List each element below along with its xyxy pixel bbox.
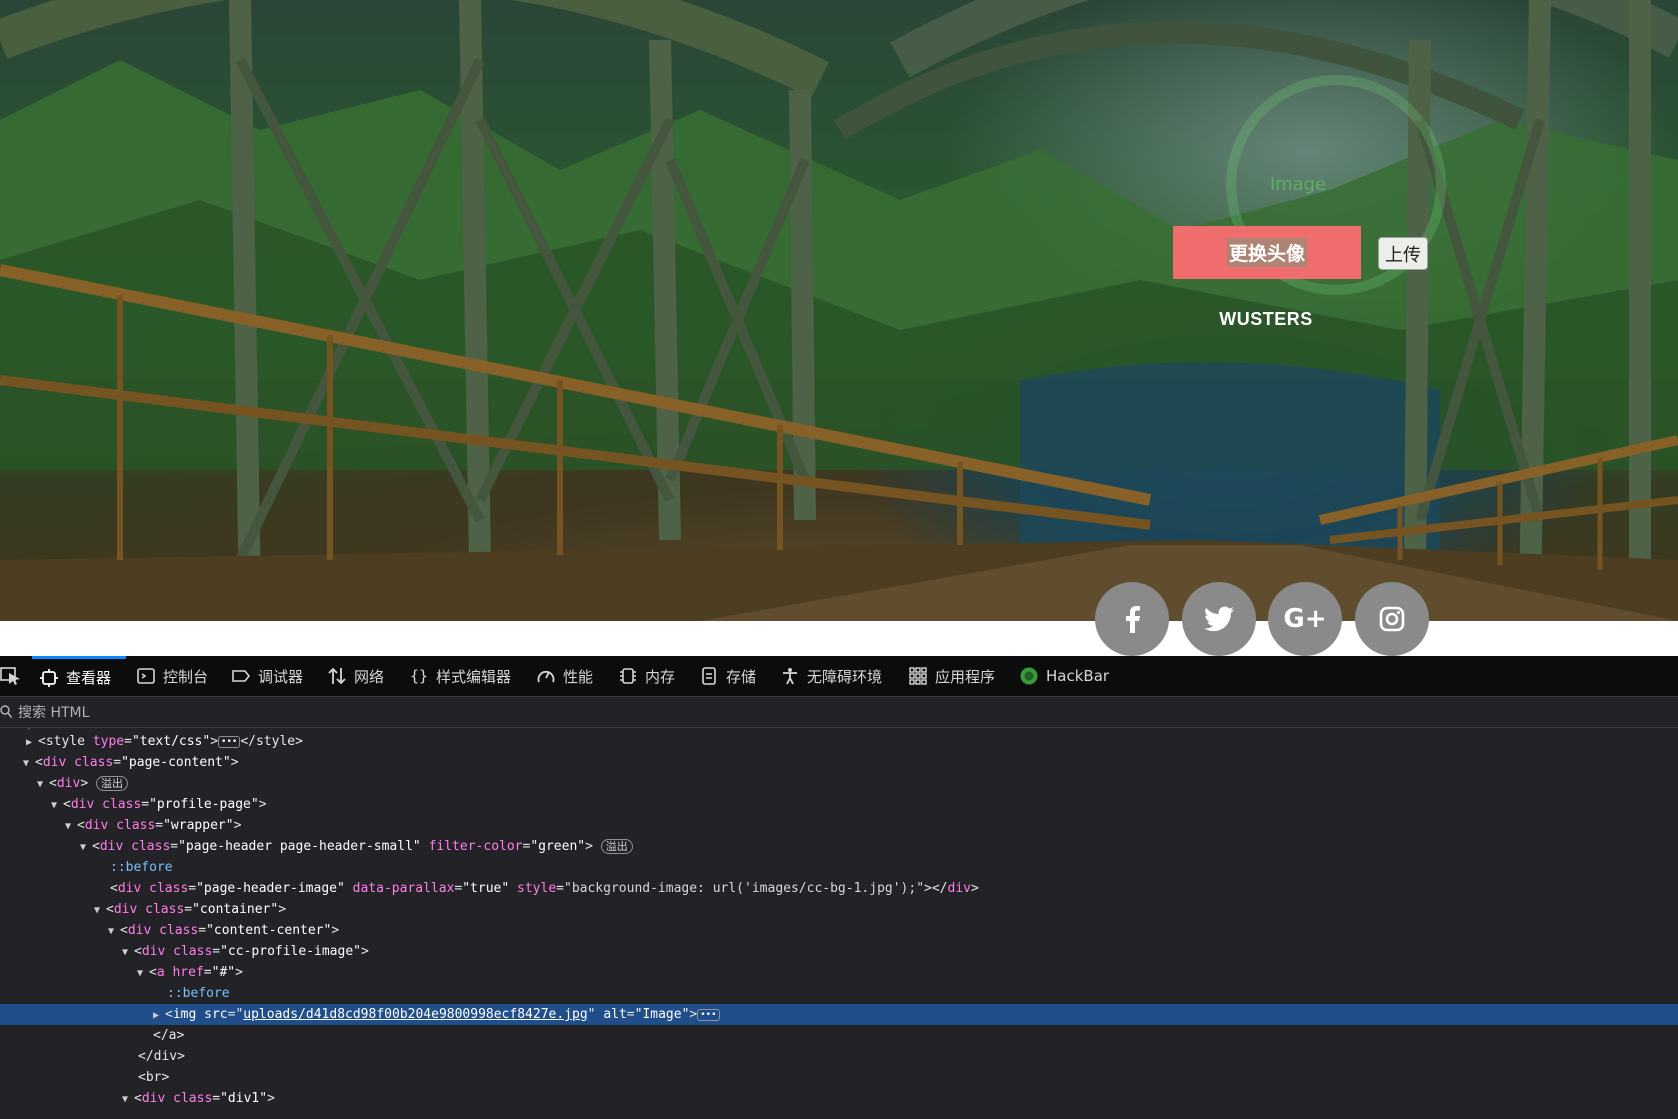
- tab-console[interactable]: 控制台: [137, 656, 208, 696]
- dom-node-page-content[interactable]: ▼ <div class="page-content">: [0, 752, 1678, 773]
- style-editor-icon: {}: [410, 667, 429, 685]
- avatar-broken-image-alt[interactable]: Image: [1238, 174, 1358, 195]
- dom-node-wrapper[interactable]: ▼ <div class="wrapper">: [0, 815, 1678, 836]
- tab-application[interactable]: 应用程序: [909, 656, 995, 696]
- tab-label: 无障碍环境: [807, 667, 883, 686]
- change-avatar-button[interactable]: 更换头像: [1173, 226, 1361, 279]
- change-avatar-label: 更换头像: [1226, 238, 1307, 267]
- hackbar-icon: [1020, 667, 1038, 685]
- google-plus-button[interactable]: G+: [1268, 582, 1342, 656]
- performance-icon: [537, 670, 555, 683]
- tab-label: 网络: [354, 667, 385, 686]
- green-filter-overlay: [0, 0, 1678, 621]
- twitter-icon: [1204, 606, 1234, 632]
- tab-label: 性能: [563, 667, 594, 686]
- debugger-icon: [232, 670, 250, 682]
- dom-node-page-header-image[interactable]: <div class="page-header-image" data-para…: [0, 878, 1678, 899]
- dom-tree: ▾ ▶<style type="text/css">•••</style> ▼<…: [0, 728, 1678, 1119]
- application-icon: [909, 667, 927, 685]
- tab-label: 样式编辑器: [436, 667, 512, 686]
- element-picker-icon[interactable]: [0, 667, 22, 685]
- tab-inspector[interactable]: 查看器: [32, 656, 126, 696]
- ellipsis-badge[interactable]: •••: [218, 735, 241, 748]
- ellipsis-badge[interactable]: •••: [697, 1008, 720, 1021]
- dom-node-div-close[interactable]: </div>: [0, 1046, 1678, 1067]
- tab-accessibility[interactable]: 无障碍环境: [781, 656, 882, 696]
- dom-node-br[interactable]: <br>: [0, 1067, 1678, 1088]
- instagram-icon: [1379, 606, 1405, 632]
- tab-style-editor[interactable]: {} 样式编辑器: [410, 656, 511, 696]
- tab-hackbar[interactable]: HackBar: [1020, 656, 1109, 696]
- facebook-icon: [1126, 606, 1140, 633]
- tab-network[interactable]: 网络: [328, 656, 384, 696]
- storage-icon: [702, 667, 716, 685]
- tab-label: 控制台: [163, 667, 209, 686]
- google-plus-icon: G+: [1283, 604, 1327, 634]
- search-html-input[interactable]: [16, 701, 520, 725]
- dom-node-container[interactable]: ▼ <div class="container">: [0, 899, 1678, 920]
- tab-label: 查看器: [66, 669, 112, 687]
- instagram-button[interactable]: [1355, 582, 1429, 656]
- tab-storage[interactable]: 存储: [700, 656, 756, 696]
- dom-node-anchor[interactable]: ▼ <a href="#">: [0, 962, 1678, 983]
- dom-node-img-selected[interactable]: ▶ <img src="uploads/d41d8cd98f00b204e9800…: [0, 1004, 1678, 1025]
- img-src-link[interactable]: uploads/d41d8cd98f00b204e9800998ecf8427e…: [243, 1007, 587, 1022]
- dom-node-content-center[interactable]: ▼ <div class="content-center">: [0, 920, 1678, 941]
- webpage-viewport: Image 更换头像 上传 WUSTERS G+: [0, 0, 1678, 656]
- twitter-button[interactable]: [1182, 582, 1256, 656]
- devtools-toolbar: 查看器 控制台 调试器 网络 {} 样式编辑器 性能 内存 存储 无障碍环境 应…: [0, 656, 1678, 697]
- dom-node-page-header[interactable]: ▼ <div class="page-header page-header-sma…: [0, 836, 1678, 857]
- tab-performance[interactable]: 性能: [537, 656, 593, 696]
- dom-node-anchor-close[interactable]: </a>: [0, 1025, 1678, 1046]
- memory-icon: [620, 668, 636, 684]
- facebook-button[interactable]: [1095, 582, 1169, 656]
- profile-username: WUSTERS: [1219, 309, 1313, 329]
- console-icon: [137, 668, 155, 684]
- dom-node-cc-profile-image[interactable]: ▼ <div class="cc-profile-image">: [0, 941, 1678, 962]
- tab-label: HackBar: [1046, 667, 1110, 685]
- tab-label: 存储: [726, 667, 757, 686]
- expand-arrow[interactable]: ▶: [26, 732, 38, 753]
- tab-label: 内存: [645, 667, 676, 686]
- dom-node-before-pseudo[interactable]: ::before: [0, 983, 1678, 1004]
- inspector-icon: [40, 668, 58, 687]
- overflow-badge[interactable]: 溢出: [600, 839, 633, 854]
- tab-memory[interactable]: 内存: [619, 656, 675, 696]
- html-search-bar: [0, 697, 1678, 728]
- dom-node-before-pseudo[interactable]: ::before: [0, 857, 1678, 878]
- dom-node-profile-page[interactable]: ▼ <div class="profile-page">: [0, 794, 1678, 815]
- network-icon: [328, 667, 346, 685]
- dom-node-div1[interactable]: ▼ <div class="div1">: [0, 1088, 1678, 1109]
- overflow-badge[interactable]: 溢出: [95, 776, 128, 791]
- accessibility-icon: [783, 668, 797, 685]
- tab-debugger[interactable]: 调试器: [232, 656, 303, 696]
- upload-button[interactable]: 上传: [1378, 237, 1428, 270]
- devtools-panel: 查看器 控制台 调试器 网络 {} 样式编辑器 性能 内存 存储 无障碍环境 应…: [0, 656, 1678, 1119]
- page-header-image: Image 更换头像 上传 WUSTERS: [0, 0, 1678, 621]
- dom-node-div[interactable]: ▼ <div> 溢出: [0, 773, 1678, 794]
- dom-node-style[interactable]: ▶ <style type="text/css"> ••• </style>: [0, 731, 1678, 752]
- tab-label: 应用程序: [935, 667, 996, 686]
- search-icon: [0, 705, 12, 718]
- tab-label: 调试器: [258, 667, 304, 686]
